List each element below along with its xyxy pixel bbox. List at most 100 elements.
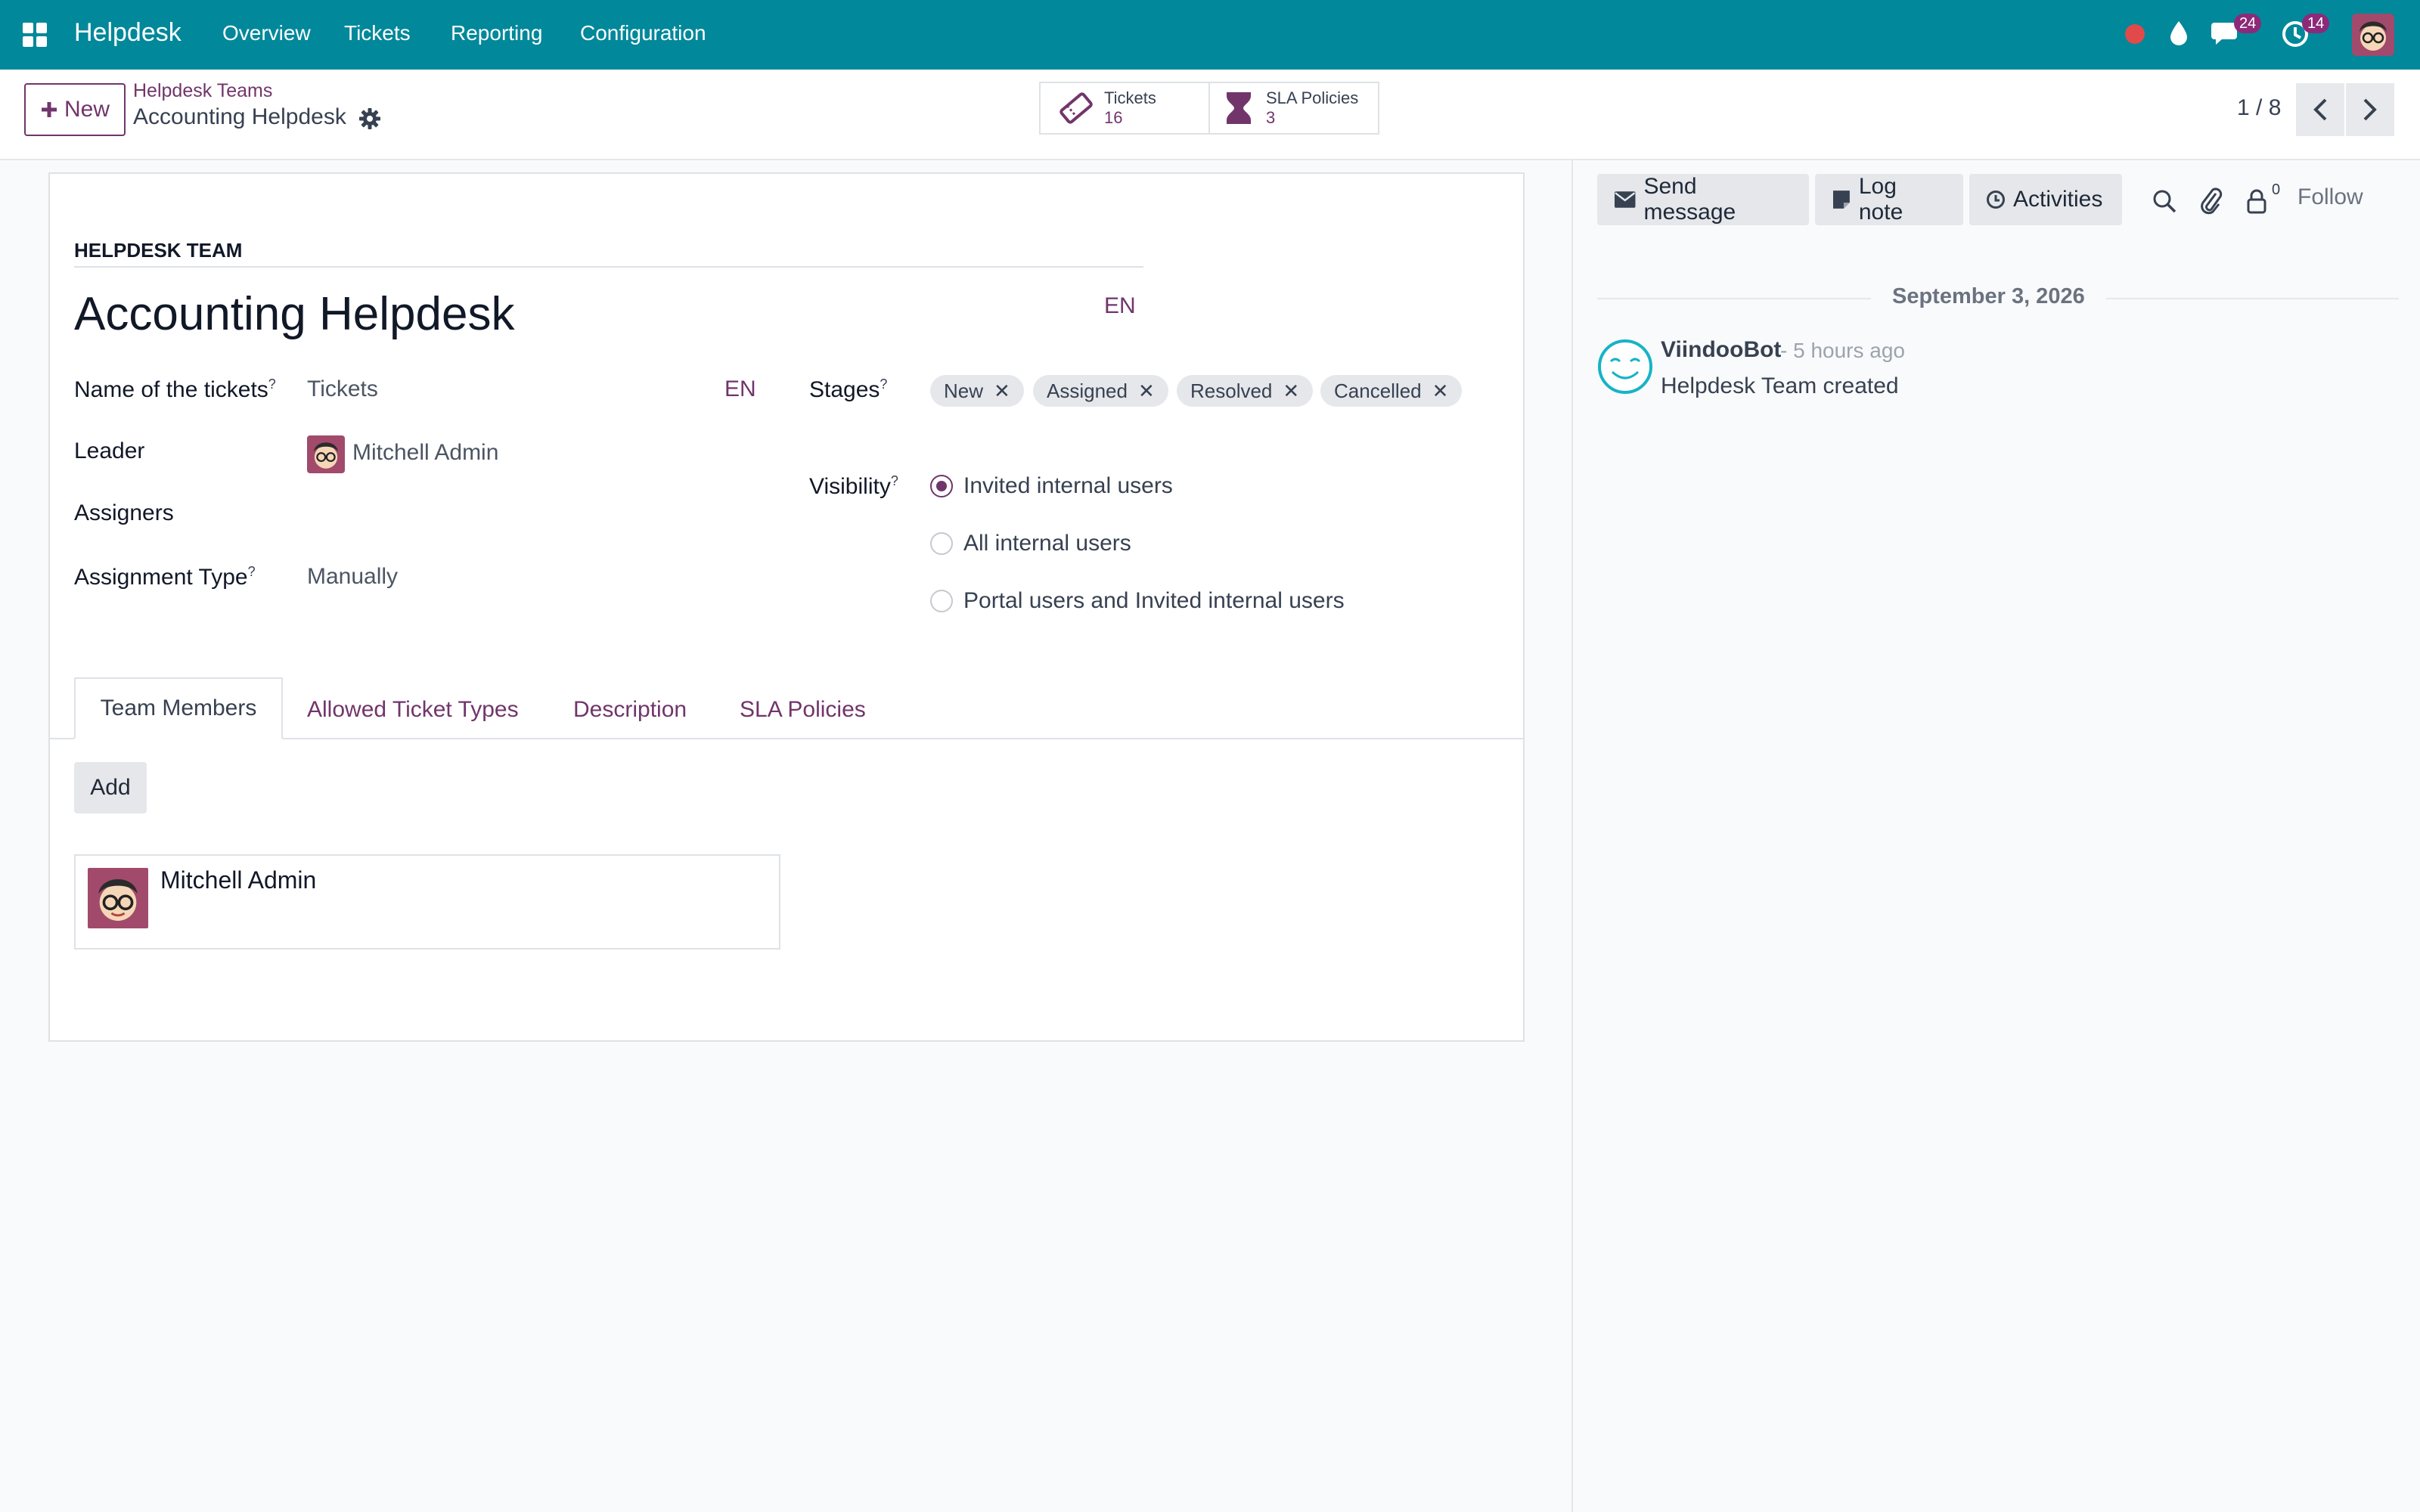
help-tooltip-icon[interactable]: ? xyxy=(891,473,898,488)
date-separator: September 3, 2026 xyxy=(1871,284,2106,309)
member-avatar xyxy=(88,868,148,928)
envelope-icon xyxy=(1614,191,1636,208)
ticket-name-label: Name of the tickets? xyxy=(74,376,276,402)
note-icon xyxy=(1832,191,1850,209)
help-tooltip-icon[interactable]: ? xyxy=(268,376,276,392)
menu-overview[interactable]: Overview xyxy=(222,21,311,45)
add-member-button[interactable]: Add xyxy=(74,762,147,813)
stages-label: Stages? xyxy=(809,376,888,402)
apps-menu-icon[interactable] xyxy=(21,21,48,48)
leader-field[interactable]: Mitchell Admin xyxy=(352,440,498,466)
visibility-option-label[interactable]: Invited internal users xyxy=(963,473,1173,499)
tab-label: Team Members xyxy=(100,696,257,720)
stage-tag-cancelled: Cancelled ✕ xyxy=(1320,375,1463,407)
activities-button[interactable]: Activities xyxy=(1969,174,2122,225)
tab-team-members[interactable]: Team Members xyxy=(74,677,283,739)
bot-avatar xyxy=(1597,339,1653,395)
pager-value[interactable]: 1 / 8 xyxy=(2237,95,2281,121)
help-tooltip-icon[interactable]: ? xyxy=(248,564,256,579)
team-name-field[interactable]: Accounting Helpdesk xyxy=(74,287,514,341)
status-dot-icon[interactable] xyxy=(2125,24,2145,44)
send-message-label: Send message xyxy=(1643,174,1736,225)
log-note-button[interactable]: Log note xyxy=(1815,174,1963,225)
menu-tickets[interactable]: Tickets xyxy=(344,21,411,45)
activities-label: Activities xyxy=(2013,187,2103,212)
smart-button-tickets-label: Tickets xyxy=(1104,88,1156,107)
log-note-label: Log note xyxy=(1858,174,1903,225)
chevron-right-icon xyxy=(2363,98,2377,121)
message-body: Helpdesk Team created xyxy=(1661,373,1899,398)
message-author[interactable]: ViindooBot xyxy=(1661,337,1781,363)
tab-description[interactable]: Description xyxy=(573,697,687,723)
section-separator xyxy=(74,266,1143,268)
send-message-button[interactable]: Send message xyxy=(1597,174,1809,225)
ticket-name-lang-button[interactable]: EN xyxy=(724,376,756,402)
new-button-label: New xyxy=(64,97,110,122)
stage-tag-assigned: Assigned ✕ xyxy=(1033,375,1168,407)
menu-reporting[interactable]: Reporting xyxy=(451,21,542,45)
ticket-name-field[interactable]: Tickets xyxy=(307,376,378,402)
messages-badge: 24 xyxy=(2234,14,2262,33)
visibility-option-label[interactable]: All internal users xyxy=(963,531,1131,556)
pager-previous-button[interactable] xyxy=(2296,83,2344,136)
smart-button-tickets-count: 16 xyxy=(1104,108,1123,127)
user-avatar[interactable] xyxy=(2352,14,2394,56)
gear-icon[interactable] xyxy=(358,107,381,130)
clock-icon xyxy=(1987,191,2005,209)
drop-icon[interactable] xyxy=(2167,20,2190,47)
breadcrumb-current: Accounting Helpdesk xyxy=(133,104,346,129)
visibility-label: Visibility? xyxy=(809,473,898,499)
stage-tag-resolved: Resolved ✕ xyxy=(1177,375,1314,407)
top-navbar: Helpdesk Overview Tickets Reporting Conf… xyxy=(0,0,2420,70)
visibility-radio-portal[interactable] xyxy=(930,590,953,612)
smart-button-sla-policies[interactable]: SLA Policies 3 xyxy=(1208,82,1379,135)
plus-icon xyxy=(41,102,57,117)
smart-button-tickets[interactable]: Tickets 16 xyxy=(1039,82,1210,135)
visibility-option-label[interactable]: Portal users and Invited internal users xyxy=(963,588,1345,614)
visibility-radio-invited[interactable] xyxy=(930,475,953,497)
hourglass-icon xyxy=(1227,92,1251,124)
smart-button-sla-label: SLA Policies xyxy=(1266,88,1359,107)
remove-tag-icon[interactable]: ✕ xyxy=(1138,380,1155,403)
pager-next-button[interactable] xyxy=(2346,83,2394,136)
visibility-radio-all-internal[interactable] xyxy=(930,532,953,555)
assigners-field[interactable] xyxy=(307,494,731,531)
new-button[interactable]: New xyxy=(24,83,126,136)
assignment-type-field[interactable]: Manually xyxy=(307,564,398,590)
stage-tag-label: Assigned xyxy=(1047,379,1128,402)
team-name-lang-button[interactable]: EN xyxy=(1104,293,1136,319)
chevron-left-icon xyxy=(2313,98,2327,121)
remove-tag-icon[interactable]: ✕ xyxy=(1283,380,1299,403)
message-time: - 5 hours ago xyxy=(1780,339,1905,362)
form-sheet: HELPDESK TEAM Accounting Helpdesk EN Nam… xyxy=(48,172,1525,1042)
tab-sla-policies[interactable]: SLA Policies xyxy=(740,697,866,723)
follow-button[interactable]: Follow xyxy=(2297,184,2363,210)
tab-allowed-ticket-types[interactable]: Allowed Ticket Types xyxy=(307,697,519,723)
stage-tag-label: New xyxy=(944,379,984,402)
followers-count: 0 xyxy=(2272,181,2281,198)
stage-tag-label: Resolved xyxy=(1190,379,1273,402)
breadcrumb-parent[interactable]: Helpdesk Teams xyxy=(133,80,272,102)
followers-lock-icon[interactable] xyxy=(2246,189,2267,215)
chatter-panel: Send message Log note Activities 0 Follo… xyxy=(1571,160,2420,1512)
smart-button-sla-count: 3 xyxy=(1266,108,1276,127)
leader-avatar xyxy=(307,435,345,473)
control-panel: New Helpdesk Teams Accounting Helpdesk T… xyxy=(0,70,2420,160)
stage-tag-new: New ✕ xyxy=(930,375,1024,407)
paperclip-icon[interactable] xyxy=(2199,186,2223,215)
member-card[interactable]: Mitchell Admin xyxy=(74,854,780,950)
section-title: HELPDESK TEAM xyxy=(74,239,243,262)
app-name[interactable]: Helpdesk xyxy=(74,18,182,48)
assignment-type-label: Assignment Type? xyxy=(74,564,256,590)
remove-tag-icon[interactable]: ✕ xyxy=(994,380,1010,403)
activities-badge: 14 xyxy=(2302,14,2330,33)
stage-tag-label: Cancelled xyxy=(1334,379,1422,402)
search-icon[interactable] xyxy=(2152,189,2176,213)
leader-label: Leader xyxy=(74,438,145,463)
help-tooltip-icon[interactable]: ? xyxy=(880,376,887,392)
menu-configuration[interactable]: Configuration xyxy=(580,21,706,45)
member-name: Mitchell Admin xyxy=(160,866,317,894)
assigners-label: Assigners xyxy=(74,500,174,525)
remove-tag-icon[interactable]: ✕ xyxy=(1432,380,1449,403)
ticket-icon xyxy=(1060,92,1093,124)
